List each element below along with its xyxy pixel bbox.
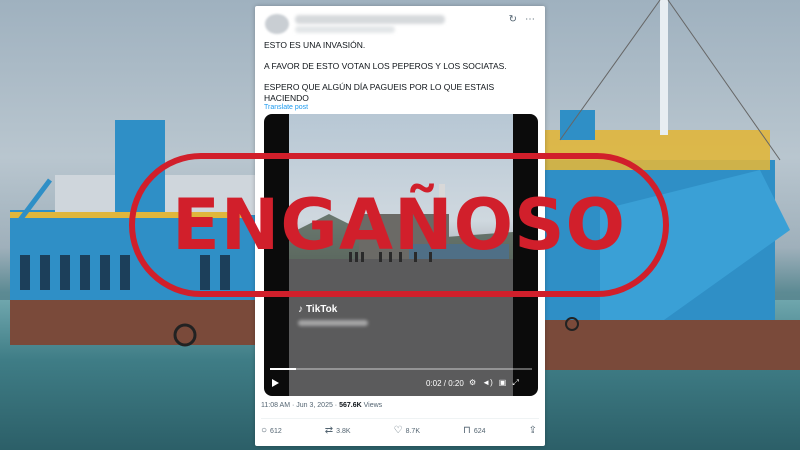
bookmark-icon: ⊓ — [463, 425, 471, 436]
views-label: Views — [361, 402, 383, 409]
video-progress-bar[interactable] — [270, 368, 532, 370]
video-controls: 0:02 / 0:20 ⚙ ◄) ▣ ⤢ — [264, 376, 538, 390]
bookmark-button[interactable]: ⊓ 624 — [463, 426, 486, 436]
tweet-line-2: A FAVOR DE ESTO VOTAN LOS PEPEROS Y LOS … — [264, 61, 507, 71]
like-count: 8.7K — [405, 427, 420, 435]
views-count: 567.6K — [339, 402, 362, 409]
timestamp[interactable]: 11:08 AM · Jun 3, 2025 · — [261, 402, 339, 409]
pip-icon[interactable]: ▣ — [499, 378, 507, 388]
share-button[interactable]: ⇪ — [529, 426, 537, 436]
tweet-line-3: ESPERO QUE ALGÚN DÍA PAGUEIS POR LO QUE … — [264, 82, 495, 103]
tiktok-logo-icon: ♪ — [298, 304, 303, 315]
reply-icon: ○ — [261, 425, 268, 436]
play-icon[interactable] — [272, 379, 279, 387]
like-button[interactable]: ♡ 8.7K — [394, 426, 420, 436]
tweet-text: ESTO ES UNA INVASIÓN. A FAVOR DE ESTO VO… — [264, 40, 539, 114]
reply-count: 612 — [270, 427, 282, 435]
more-icon[interactable]: ⋯ — [525, 14, 535, 25]
tweet-meta: 11:08 AM · Jun 3, 2025 · 567.6K Views — [261, 402, 382, 409]
tiktok-label: TikTok — [306, 304, 338, 315]
video-time: 0:02 / 0:20 — [426, 378, 464, 388]
avatar[interactable] — [265, 14, 289, 34]
translate-link[interactable]: Translate post — [264, 104, 308, 111]
repost-button[interactable]: ⇄ 3.8K — [325, 426, 351, 436]
repost-icon: ⇄ — [324, 425, 334, 436]
action-bar: ○ 612 ⇄ 3.8K ♡ 8.7K ⊓ 624 ⇪ — [261, 426, 537, 436]
settings-icon[interactable]: ⚙ — [469, 378, 476, 388]
repost-count: 3.8K — [336, 427, 351, 435]
fullscreen-icon[interactable]: ⤢ — [512, 378, 518, 388]
tweet-line-1: ESTO ES UNA INVASIÓN. — [264, 40, 366, 50]
like-icon: ♡ — [393, 425, 403, 436]
divider — [261, 418, 539, 419]
tiktok-watermark: ♪ TikTok — [298, 304, 337, 315]
reply-button[interactable]: ○ 612 — [261, 426, 282, 436]
grok-icon[interactable]: ↻ — [509, 14, 517, 25]
volume-icon[interactable]: ◄) — [482, 378, 493, 388]
author-handle-blurred — [295, 26, 395, 33]
misleading-stamp: ENGAÑOSO — [129, 153, 669, 297]
share-icon: ⇪ — [528, 425, 537, 436]
tiktok-handle-blurred — [298, 320, 368, 326]
bookmark-count: 624 — [473, 427, 486, 435]
stamp-label: ENGAÑOSO — [171, 184, 627, 266]
video-progress-fill — [270, 368, 297, 370]
author-name-blurred[interactable] — [295, 15, 445, 24]
